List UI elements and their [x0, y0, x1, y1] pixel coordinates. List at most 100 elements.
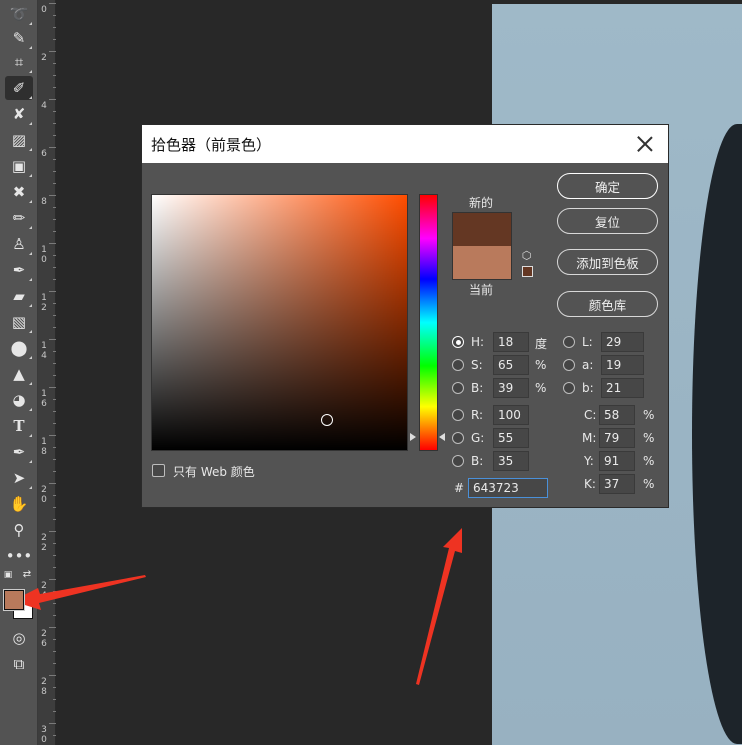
ruler-label: 1 4 — [41, 341, 47, 361]
default-colors-icon[interactable]: ▣ — [1, 568, 15, 582]
hue-slider-handle-left[interactable] — [410, 433, 416, 441]
text-icon[interactable]: T — [5, 414, 33, 438]
h-label: H: — [471, 335, 485, 349]
blur-icon[interactable]: ⬤ — [5, 336, 33, 360]
g-input[interactable]: 55 — [493, 428, 529, 448]
ruler-major-tick — [49, 387, 56, 388]
c-label: C: — [584, 408, 597, 422]
radio-brightness[interactable] — [452, 382, 464, 394]
brightness-input[interactable]: 39 — [493, 378, 529, 398]
m-input[interactable]: 79 — [599, 428, 635, 448]
ruler-major-tick — [49, 675, 56, 676]
ruler-label: 2 6 — [41, 629, 47, 649]
c-input[interactable]: 58 — [599, 405, 635, 425]
swap-colors-icon[interactable]: ⇄ — [20, 568, 34, 582]
dodge-icon[interactable]: ◕ — [5, 388, 33, 412]
sharpen-icon[interactable]: ▲ — [5, 362, 33, 386]
reset-button[interactable]: 复位 — [557, 208, 658, 234]
photoshop-window: ➰ ✎ ⌗ ✐ ✘ ▨ ▣ ✖ ✏ ♙ ✒ ▰ ▧ ⬤ ▲ ◕ T ✒ ➤ ✋ … — [0, 0, 742, 745]
ruler-major-tick — [49, 627, 56, 628]
hue-slider[interactable] — [419, 194, 438, 451]
more-icon[interactable]: ••• — [5, 544, 33, 568]
b-lab-label: b: — [582, 381, 594, 395]
ruler-minor-tick — [53, 279, 56, 280]
ruler-label: 2 8 — [41, 677, 47, 697]
eraser-icon[interactable]: ▰ — [5, 284, 33, 308]
brush-icon[interactable]: ✏ — [5, 206, 33, 230]
blue-input[interactable]: 35 — [493, 451, 529, 471]
ruler-minor-tick — [53, 399, 56, 400]
stamp-icon[interactable]: ♙ — [5, 232, 33, 256]
ruler-minor-tick — [53, 171, 56, 172]
ruler-minor-tick — [53, 543, 56, 544]
add-to-swatches-button[interactable]: 添加到色板 — [557, 249, 658, 275]
ruler-major-tick — [49, 147, 56, 148]
ruler-label: 0 — [41, 5, 47, 15]
ruler-minor-tick — [53, 375, 56, 376]
ruler-minor-tick — [53, 159, 56, 160]
radio-l[interactable] — [563, 336, 575, 348]
ruler-minor-tick — [53, 15, 56, 16]
zoom-icon[interactable]: ⚲ — [5, 518, 33, 542]
quick-select-icon[interactable]: ✎ — [5, 26, 33, 50]
y-input[interactable]: 91 — [599, 451, 635, 471]
h-input[interactable]: 18 — [493, 332, 529, 352]
hand-icon[interactable]: ✋ — [5, 492, 33, 516]
web-colors-only-checkbox[interactable] — [152, 464, 165, 477]
ruler-minor-tick — [53, 255, 56, 256]
a-input[interactable]: 19 — [601, 355, 644, 375]
gradient-icon[interactable]: ▧ — [5, 310, 33, 334]
history-brush-icon[interactable]: ✒ — [5, 258, 33, 282]
hex-input[interactable]: 643723 — [468, 478, 548, 498]
ruler-major-tick — [49, 195, 56, 196]
color-field[interactable] — [151, 194, 408, 451]
pen-icon[interactable]: ✒ — [5, 440, 33, 464]
color-field-picker[interactable] — [321, 414, 333, 426]
hue-slider-handle-right[interactable] — [439, 433, 445, 441]
radio-blue[interactable] — [452, 455, 464, 467]
lasso-icon[interactable]: ➰ — [5, 2, 33, 26]
healing-brush-icon[interactable]: ✘ — [5, 102, 33, 126]
crop-icon[interactable]: ⌗ — [5, 50, 33, 74]
tools-panel: ➰ ✎ ⌗ ✐ ✘ ▨ ▣ ✖ ✏ ♙ ✒ ▰ ▧ ⬤ ▲ ◕ T ✒ ➤ ✋ … — [0, 0, 38, 745]
frame-icon[interactable]: ▣ — [5, 154, 33, 178]
eyedropper-icon[interactable]: ✐ — [5, 76, 33, 100]
arrow-to-hex-field — [416, 528, 462, 685]
hex-label: # — [454, 481, 465, 495]
radio-a[interactable] — [563, 359, 575, 371]
s-input[interactable]: 65 — [493, 355, 529, 375]
web-safe-swatch[interactable] — [522, 266, 533, 277]
ruler-label: 2 4 — [41, 581, 47, 601]
radio-g[interactable] — [452, 432, 464, 444]
foreground-color-swatch[interactable] — [4, 590, 24, 610]
b-lab-input[interactable]: 21 — [601, 378, 644, 398]
screen-mode-icon[interactable]: ⧉ — [5, 652, 33, 676]
ruler-label: 4 — [41, 101, 47, 111]
l-input[interactable]: 29 — [601, 332, 644, 352]
color-picker-dialog: 拾色器（前景色） 新的 当前 ⬡ 确定 复位 添加到色板 颜色库 H: 18 度… — [141, 124, 669, 508]
quick-mask-icon[interactable]: ◎ — [5, 626, 33, 650]
m-label: M: — [582, 431, 597, 445]
ruler-major-tick — [49, 243, 56, 244]
ok-button[interactable]: 确定 — [557, 173, 658, 199]
dialog-title: 拾色器（前景色） — [151, 135, 272, 154]
radio-r[interactable] — [452, 409, 464, 421]
k-input[interactable]: 37 — [599, 474, 635, 494]
path-select-icon[interactable]: ➤ — [5, 466, 33, 490]
out-of-gamut-cube-icon[interactable]: ⬡ — [521, 250, 532, 261]
color-libraries-button[interactable]: 颜色库 — [557, 291, 658, 317]
g-label: G: — [471, 431, 485, 445]
radio-b-lab[interactable] — [563, 382, 575, 394]
radio-s[interactable] — [452, 359, 464, 371]
y-label: Y: — [584, 454, 594, 468]
r-input[interactable]: 100 — [493, 405, 529, 425]
current-color-swatch[interactable] — [452, 246, 512, 280]
eraser-alt-icon[interactable]: ▨ — [5, 128, 33, 152]
brightness-label: B: — [471, 381, 484, 395]
ruler-minor-tick — [53, 123, 56, 124]
close-icon[interactable] — [634, 133, 656, 155]
ruler-minor-tick — [53, 423, 56, 424]
radio-h[interactable] — [452, 336, 464, 348]
ruler-minor-tick — [53, 135, 56, 136]
content-move-icon[interactable]: ✖ — [5, 180, 33, 204]
